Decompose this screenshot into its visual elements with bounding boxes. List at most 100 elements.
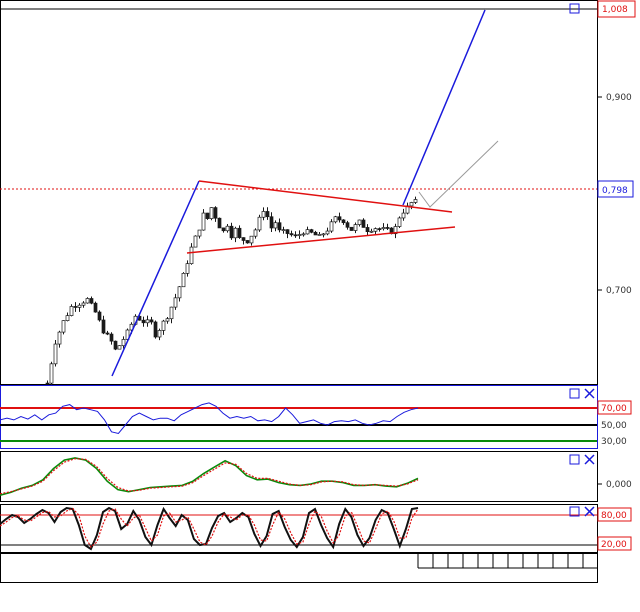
stochastic-k-line xyxy=(0,506,419,551)
rsi-panel-controls xyxy=(569,388,595,399)
price-candle-body xyxy=(329,221,334,232)
price-candle-body xyxy=(289,233,294,236)
price-candle-body xyxy=(201,212,206,231)
price-candle-body xyxy=(69,306,74,316)
price-candle-body xyxy=(73,306,78,308)
top-level-badge-text: 1,008 xyxy=(602,5,628,15)
oscillator-panel: 0,000 xyxy=(0,451,632,502)
price-candle-body xyxy=(313,231,318,236)
price-candle-body xyxy=(105,332,110,335)
price-candle-body xyxy=(401,212,406,219)
price-candle-body xyxy=(85,298,90,304)
price-candle-body xyxy=(361,219,366,228)
time-axis-ticks xyxy=(417,553,584,568)
stochastic-panel: 80,00 20,00 xyxy=(0,504,632,553)
price-candle-body xyxy=(53,343,58,365)
price-candles xyxy=(45,196,418,386)
price-candle-body xyxy=(253,229,258,237)
price-candle-body xyxy=(185,263,190,274)
price-candle-body xyxy=(89,298,94,304)
price-candle-body xyxy=(325,230,330,235)
time-axis xyxy=(0,553,598,583)
price-candle-body xyxy=(269,216,274,229)
rsi-label-50: 50,00 xyxy=(601,421,627,431)
price-candle-body xyxy=(209,207,214,219)
price-candle-body xyxy=(241,237,246,241)
price-candle-body xyxy=(197,229,202,237)
price-candle-body xyxy=(321,233,326,236)
price-candle-body xyxy=(49,363,54,384)
price-candle-body xyxy=(101,319,106,334)
price-candle-body xyxy=(181,273,186,288)
price-candle-body xyxy=(369,230,374,233)
price-candle-body xyxy=(317,234,322,236)
price-candle-body xyxy=(301,233,306,236)
projection-gray-line xyxy=(418,140,499,208)
price-candle-body xyxy=(337,216,342,221)
oscillator-close-icon[interactable] xyxy=(584,454,595,465)
price-candle-body xyxy=(297,234,302,236)
price-candle-body xyxy=(165,318,170,322)
price-candle-body xyxy=(349,226,354,231)
oscillator-panel-frame xyxy=(0,451,598,502)
price-candle-body xyxy=(245,240,250,244)
rsi-restore-icon[interactable] xyxy=(569,388,580,399)
price-candle-body xyxy=(357,219,362,225)
price-candle-body xyxy=(121,339,126,347)
price-candle-body xyxy=(285,229,290,234)
price-candle-body xyxy=(345,222,350,228)
price-candle-body xyxy=(141,319,146,324)
rsi-close-icon[interactable] xyxy=(584,388,595,399)
price-candle-body xyxy=(57,331,62,345)
price-candle-body xyxy=(65,315,70,321)
price-candle-body xyxy=(97,311,102,321)
price-candle-body xyxy=(381,227,386,230)
price-candle-body xyxy=(341,219,346,224)
price-candle-body xyxy=(193,235,198,248)
oscillator-panel-controls xyxy=(569,454,595,465)
rsi-panel: 70,00 50,00 30,00 xyxy=(0,385,632,449)
price-candle-body xyxy=(229,225,234,239)
price-candle-body xyxy=(277,222,282,231)
price-candle-body xyxy=(205,212,210,219)
price-candle-body xyxy=(213,207,218,219)
price-candle-body xyxy=(353,224,358,231)
impulse-leg-line xyxy=(111,180,200,377)
oscillator-label-0: 0,000 xyxy=(606,480,632,490)
stochastic-label-80: 80,00 xyxy=(601,511,627,521)
price-axis-label-0900: 0,900 xyxy=(606,93,632,103)
rsi-label-30: 30,00 xyxy=(601,437,627,447)
price-candle-body xyxy=(397,217,402,227)
price-candle-body xyxy=(225,225,230,232)
price-candle-body xyxy=(77,304,82,308)
triangle-upper-line xyxy=(198,180,453,213)
stochastic-label-20: 20,00 xyxy=(601,540,627,550)
price-candle-body xyxy=(249,235,254,244)
price-candle-body xyxy=(93,302,98,313)
price-candle-body xyxy=(385,227,390,229)
price-candle-body xyxy=(273,222,278,229)
price-candle-body xyxy=(189,246,194,265)
chart-canvas: 0,900 0,700 1,008 0,798 70,00 50,00 30,0… xyxy=(0,0,636,583)
price-candle-body xyxy=(257,216,262,231)
price-candle-body xyxy=(265,211,270,218)
price-candle-body xyxy=(409,202,414,207)
price-candle-body xyxy=(177,286,182,299)
price-candle-body xyxy=(309,229,314,233)
rsi-panel-frame xyxy=(0,385,598,449)
oscillator-main-line xyxy=(0,458,419,495)
price-candle-body xyxy=(373,228,378,232)
price-candle-body xyxy=(81,302,86,306)
price-candle-body xyxy=(217,217,222,229)
price-candle-body xyxy=(45,382,50,385)
price-candle-body xyxy=(261,211,266,218)
price-candle-body xyxy=(157,330,162,338)
price-candle-body xyxy=(221,227,226,232)
oscillator-restore-icon[interactable] xyxy=(569,454,580,465)
rsi-label-70: 70,00 xyxy=(601,404,627,414)
price-candle-body xyxy=(377,228,382,230)
price-candle-body xyxy=(281,229,286,231)
price-candle-body xyxy=(169,306,174,320)
price-candle-body xyxy=(305,229,310,235)
price-candle-body xyxy=(413,199,418,203)
